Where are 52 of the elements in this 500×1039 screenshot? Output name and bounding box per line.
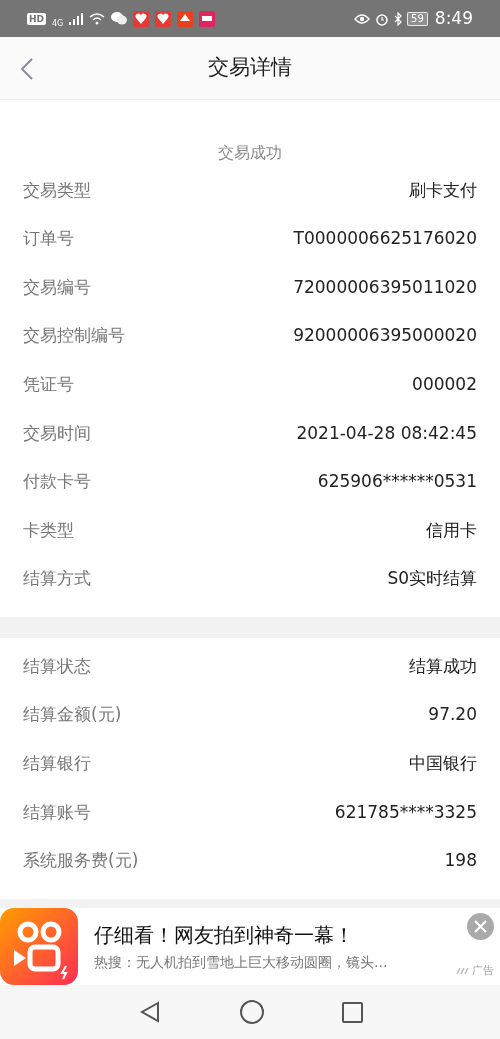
field-value: 97.20 bbox=[428, 703, 477, 727]
field-label: 付款卡号 bbox=[23, 470, 91, 494]
field-label: 结算方式 bbox=[23, 567, 91, 591]
app-icon bbox=[133, 10, 150, 27]
ad-label: 广告 bbox=[472, 962, 494, 979]
ad-title: 仔细看！网友拍到神奇一幕！ bbox=[94, 922, 355, 948]
ad-banner[interactable]: 仔细看！网友拍到神奇一幕！ 热搜：无人机拍到雪地上巨大移动圆圈，镜头... 广告 bbox=[0, 908, 500, 985]
bluetooth-icon bbox=[394, 11, 403, 26]
chat-icon bbox=[111, 12, 128, 25]
field-label: 系统服务费(元) bbox=[23, 849, 139, 873]
field-value: 中国银行 bbox=[409, 752, 477, 776]
wifi-icon bbox=[89, 12, 106, 25]
field-value: 结算成功 bbox=[409, 654, 477, 678]
recents-nav-button[interactable] bbox=[341, 1001, 363, 1023]
app-icon bbox=[199, 10, 216, 27]
page-title: 交易详情 bbox=[208, 54, 292, 82]
field-label: 卡类型 bbox=[23, 518, 74, 542]
field-label: 订单号 bbox=[23, 227, 74, 251]
field-label: 交易编号 bbox=[23, 275, 91, 299]
field-value: 621785****3325 bbox=[334, 800, 477, 824]
hd-badge: HD bbox=[27, 12, 46, 25]
back-icon[interactable] bbox=[20, 57, 34, 81]
field-value: 刷卡支付 bbox=[409, 178, 477, 202]
signal-icon bbox=[69, 12, 84, 25]
status-time: 8:49 bbox=[434, 6, 473, 30]
field-label: 结算金额(元) bbox=[23, 703, 122, 727]
alarm-icon bbox=[375, 11, 390, 26]
app-icon bbox=[155, 10, 172, 27]
eye-icon bbox=[354, 12, 371, 25]
field-label: 结算账号 bbox=[23, 800, 91, 824]
field-label: 交易时间 bbox=[23, 421, 91, 445]
transaction-status: 交易成功 bbox=[218, 142, 282, 164]
field-value: 72000006395011020 bbox=[293, 275, 477, 299]
field-label: 交易控制编号 bbox=[23, 324, 125, 348]
field-value: 信用卡 bbox=[426, 518, 477, 542]
field-value: 2021-04-28 08:42:45 bbox=[296, 421, 477, 445]
field-value: T0000006625176020 bbox=[293, 227, 477, 251]
field-label: 结算银行 bbox=[23, 752, 91, 776]
field-label: 交易类型 bbox=[23, 178, 91, 202]
ad-subtitle: 热搜：无人机拍到雪地上巨大移动圆圈，镜头... bbox=[94, 953, 388, 971]
home-nav-button[interactable] bbox=[239, 1000, 264, 1024]
field-value: 625906******0531 bbox=[317, 470, 477, 494]
field-value: S0实时结算 bbox=[387, 567, 477, 591]
field-value: 000002 bbox=[412, 372, 477, 396]
field-value: 198 bbox=[444, 849, 477, 873]
field-value: 92000006395000020 bbox=[293, 324, 477, 348]
app-icon bbox=[177, 10, 194, 27]
field-label: 凭证号 bbox=[23, 372, 74, 396]
field-label: 结算状态 bbox=[23, 654, 91, 678]
network-label: 4G bbox=[52, 19, 64, 28]
ad-mark-icon bbox=[456, 966, 470, 975]
battery-indicator: 59 bbox=[407, 11, 428, 26]
